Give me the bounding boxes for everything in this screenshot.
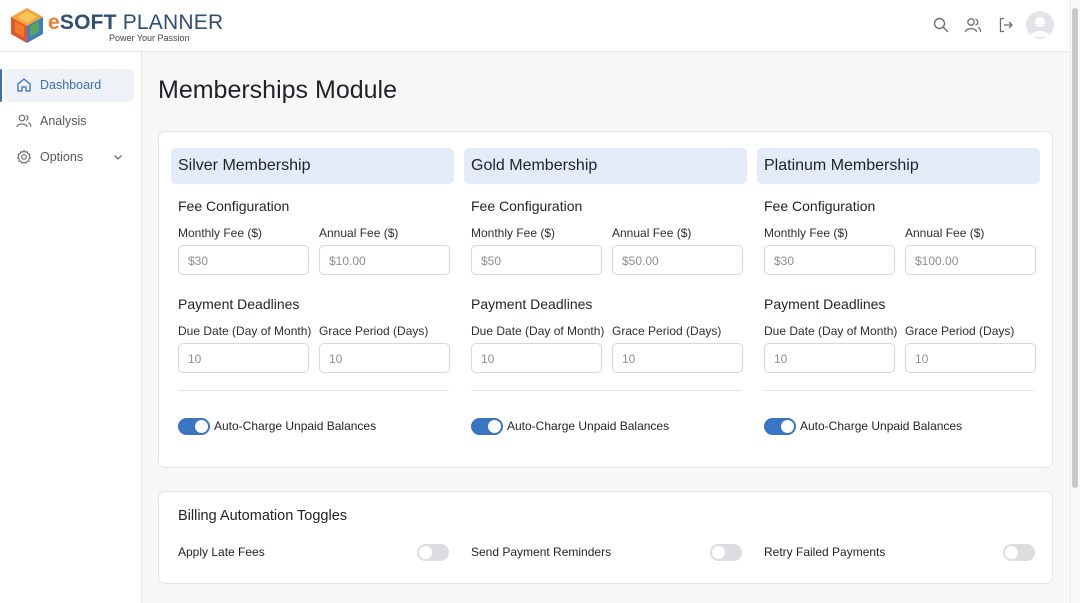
late-fees-label: Apply Late Fees: [178, 545, 265, 559]
toggle-knob: [488, 420, 501, 433]
due-date-input[interactable]: 10: [178, 343, 309, 373]
membership-column-platinum: Platinum Membership Fee Configuration Mo…: [757, 148, 1040, 458]
due-date-label: Due Date (Day of Month): [178, 324, 312, 338]
monthly-fee-label: Monthly Fee ($): [764, 226, 849, 240]
sidebar-item-dashboard[interactable]: Dashboard: [0, 69, 134, 102]
top-header: eSOFT PLANNER Power Your Passion: [0, 0, 1080, 52]
fee-section-title: Fee Configuration: [178, 198, 290, 214]
membership-header: Gold Membership: [464, 148, 747, 184]
auto-charge-toggle[interactable]: [764, 418, 796, 435]
due-date-label: Due Date (Day of Month): [471, 324, 605, 338]
toggle-knob: [195, 420, 208, 433]
brand-tagline: Power Your Passion: [109, 33, 190, 43]
sidebar-item-options[interactable]: Options: [4, 141, 134, 174]
monthly-fee-placeholder: $30: [188, 254, 209, 268]
annual-fee-input[interactable]: $100.00: [905, 245, 1036, 275]
retry-payments-toggle[interactable]: [1003, 544, 1035, 561]
avatar[interactable]: [1026, 11, 1054, 39]
brand-name: eSOFT PLANNER: [48, 11, 224, 34]
auto-charge-label: Auto-Charge Unpaid Balances: [800, 419, 963, 433]
auto-charge-toggle[interactable]: [471, 418, 503, 435]
payment-reminders-label: Send Payment Reminders: [471, 545, 612, 559]
grace-period-placeholder: 10: [622, 352, 636, 366]
toggle-knob: [1005, 546, 1018, 559]
auto-charge-label: Auto-Charge Unpaid Balances: [507, 419, 670, 433]
annual-fee-placeholder: $50.00: [622, 254, 659, 268]
divider: [178, 390, 449, 391]
annual-fee-input[interactable]: $50.00: [612, 245, 743, 275]
grace-period-label: Grace Period (Days): [612, 324, 722, 338]
logo-cube-icon: [11, 8, 43, 43]
fee-section-title: Fee Configuration: [764, 198, 876, 214]
due-date-placeholder: 10: [481, 352, 495, 366]
grace-period-placeholder: 10: [329, 352, 343, 366]
monthly-fee-placeholder: $30: [774, 254, 795, 268]
due-date-label: Due Date (Day of Month): [764, 324, 898, 338]
logout-icon[interactable]: [995, 14, 1017, 36]
monthly-fee-placeholder: $50: [481, 254, 502, 268]
deadline-section-title: Payment Deadlines: [764, 296, 886, 312]
grace-period-label: Grace Period (Days): [905, 324, 1015, 338]
users-icon: [16, 114, 32, 128]
membership-title: Silver Membership: [178, 157, 311, 174]
memberships-card: Silver Membership Fee Configuration Mont…: [158, 131, 1053, 468]
membership-column-gold: Gold Membership Fee Configuration Monthl…: [464, 148, 747, 458]
brand-logo[interactable]: eSOFT PLANNER Power Your Passion: [10, 7, 223, 45]
monthly-fee-label: Monthly Fee ($): [178, 226, 263, 240]
sidebar-item-analysis[interactable]: Analysis: [4, 105, 134, 138]
users-icon[interactable]: [962, 14, 984, 36]
annual-fee-label: Annual Fee ($): [612, 226, 692, 240]
annual-fee-input[interactable]: $10.00: [319, 245, 450, 275]
auto-charge-toggle[interactable]: [178, 418, 210, 435]
divider: [764, 390, 1035, 391]
divider: [471, 390, 742, 391]
grace-period-input[interactable]: 10: [319, 343, 450, 373]
toggle-knob: [712, 546, 725, 559]
monthly-fee-input[interactable]: $30: [764, 245, 895, 275]
monthly-fee-label: Monthly Fee ($): [471, 226, 556, 240]
billing-title: Billing Automation Toggles: [178, 508, 348, 524]
sidebar: Dashboard Analysis Options: [0, 52, 142, 603]
annual-fee-placeholder: $10.00: [329, 254, 366, 268]
membership-column-silver: Silver Membership Fee Configuration Mont…: [171, 148, 454, 458]
due-date-input[interactable]: 10: [764, 343, 895, 373]
retry-payments-label: Retry Failed Payments: [764, 545, 886, 559]
monthly-fee-input[interactable]: $50: [471, 245, 602, 275]
annual-fee-placeholder: $100.00: [915, 254, 959, 268]
grace-period-input[interactable]: 10: [905, 343, 1036, 373]
membership-title: Gold Membership: [471, 157, 598, 174]
toggle-knob: [781, 420, 794, 433]
due-date-input[interactable]: 10: [471, 343, 602, 373]
grace-period-input[interactable]: 10: [612, 343, 743, 373]
gear-icon: [16, 149, 32, 164]
sidebar-item-label: Dashboard: [40, 78, 102, 92]
annual-fee-label: Annual Fee ($): [905, 226, 985, 240]
sidebar-item-label: Options: [40, 150, 84, 164]
chevron-down-icon: [114, 155, 122, 160]
membership-title: Platinum Membership: [764, 157, 919, 174]
auto-charge-label: Auto-Charge Unpaid Balances: [214, 419, 377, 433]
payment-reminders-toggle[interactable]: [710, 544, 742, 561]
due-date-placeholder: 10: [774, 352, 788, 366]
sidebar-item-label: Analysis: [40, 114, 87, 128]
membership-header: Silver Membership: [171, 148, 454, 184]
fee-section-title: Fee Configuration: [471, 198, 583, 214]
grace-period-label: Grace Period (Days): [319, 324, 429, 338]
annual-fee-label: Annual Fee ($): [319, 226, 399, 240]
grace-period-placeholder: 10: [915, 352, 929, 366]
monthly-fee-input[interactable]: $30: [178, 245, 309, 275]
billing-automation-card: Billing Automation Toggles Apply Late Fe…: [158, 491, 1053, 584]
toggle-knob: [419, 546, 432, 559]
due-date-placeholder: 10: [188, 352, 202, 366]
search-icon[interactable]: [930, 14, 952, 36]
page-scrollbar-thumb[interactable]: [1072, 8, 1078, 488]
late-fees-toggle[interactable]: [417, 544, 449, 561]
page-title: Memberships Module: [158, 76, 397, 104]
home-icon: [17, 78, 31, 92]
deadline-section-title: Payment Deadlines: [471, 296, 593, 312]
deadline-section-title: Payment Deadlines: [178, 296, 300, 312]
membership-header: Platinum Membership: [757, 148, 1040, 184]
